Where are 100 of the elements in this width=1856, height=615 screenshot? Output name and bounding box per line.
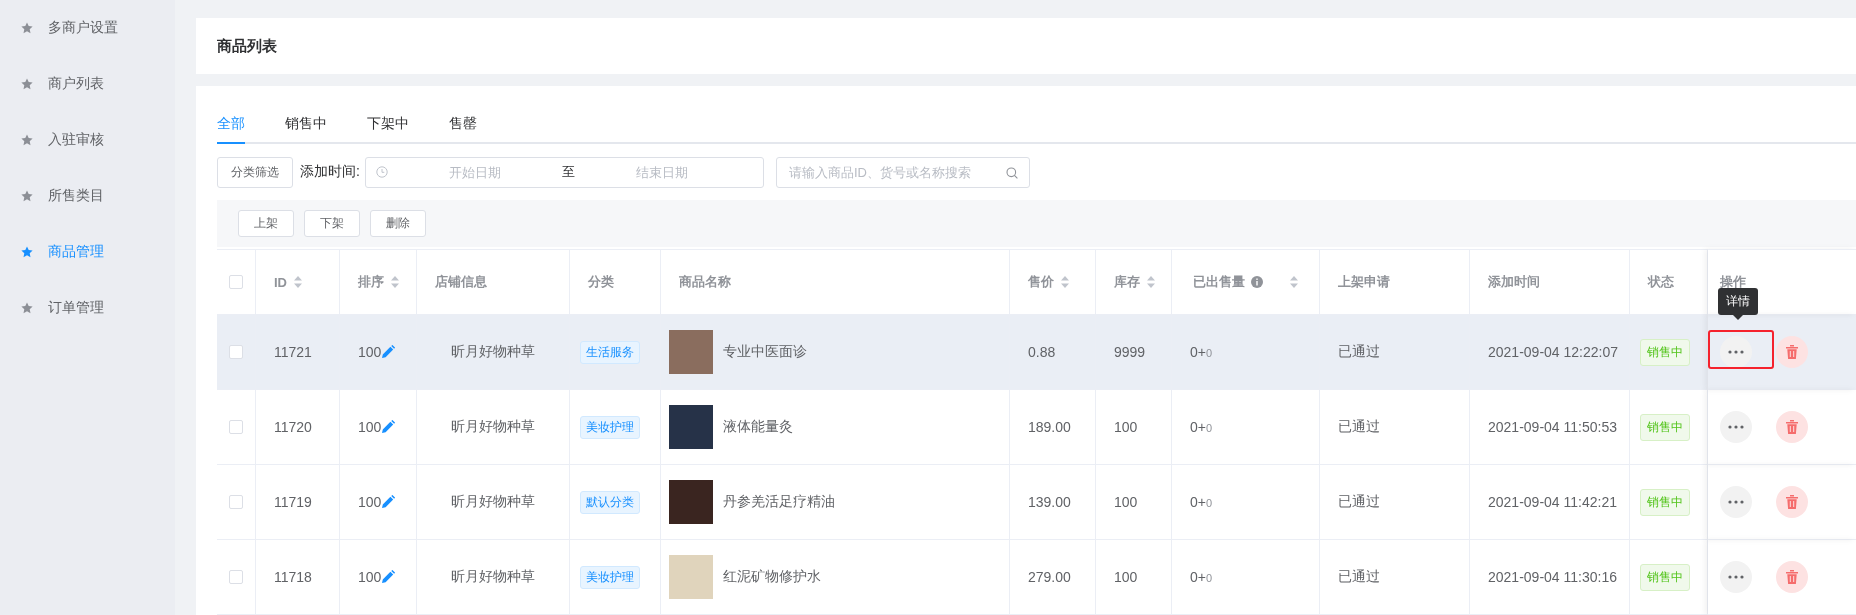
table-cell: 0+ [1190, 569, 1206, 585]
table-cell: 279.00 [1028, 569, 1071, 585]
search-field[interactable]: 请输入商品ID、货号或名称搜索 [775, 156, 1030, 188]
delete-button[interactable] [1776, 336, 1808, 368]
category-tag: 美妆护理 [580, 415, 640, 439]
sidebar-item[interactable]: 商品管理 [0, 224, 175, 280]
sidebar-item[interactable]: 商户列表 [0, 56, 175, 112]
column-header[interactable]: ID [274, 274, 303, 290]
tab[interactable]: 销售中 [285, 106, 327, 144]
sort-icon [1060, 275, 1070, 289]
trash-icon [1786, 420, 1798, 434]
select-all-checkbox[interactable] [229, 275, 243, 289]
row-checkbox[interactable] [229, 345, 243, 359]
column-header: 店铺信息 [435, 273, 487, 291]
pencil-icon[interactable] [381, 495, 396, 509]
row-checkbox[interactable] [229, 495, 243, 509]
column-header: 状态 [1648, 273, 1674, 291]
table-cell: 100 [358, 419, 382, 435]
table-cell: 9999 [1114, 344, 1146, 360]
table-cell: 专业中医面诊 [723, 343, 807, 361]
photo-placeholder [669, 480, 713, 524]
more-icon [1728, 500, 1744, 504]
sidebar-item[interactable]: 入驻审核 [0, 112, 175, 168]
star-icon [21, 134, 33, 146]
photo-placeholder [669, 555, 713, 599]
table-cell: 已通过 [1338, 493, 1380, 511]
table-cell: 昕月好物种草 [451, 418, 535, 436]
table-cell: 189.00 [1028, 419, 1071, 435]
pending-count: 0 [1205, 497, 1213, 509]
table-cell: 0+ [1190, 419, 1206, 435]
more-button[interactable] [1720, 561, 1752, 593]
category-tag: 生活服务 [580, 340, 640, 364]
table-cell: 0+ [1190, 344, 1206, 360]
table-cell: 2021-09-04 11:42:21 [1488, 494, 1617, 510]
table-cell: 100 [1114, 494, 1138, 510]
bulk-action-button[interactable]: 上架 [238, 210, 294, 237]
table-cell: 液体能量灸 [723, 418, 793, 436]
delete-button[interactable] [1776, 561, 1808, 593]
table-cell: 2021-09-04 12:22:07 [1488, 344, 1618, 360]
more-button[interactable] [1720, 411, 1752, 443]
date-range-picker[interactable]: 开始日期 至 结束日期 [364, 156, 764, 188]
table-cell: 已通过 [1338, 418, 1380, 436]
date-label: 添加时间: [300, 163, 360, 181]
bulk-action-button[interactable]: 下架 [304, 210, 360, 237]
trash-icon [1786, 570, 1798, 584]
sort-icon [390, 275, 400, 289]
column-header[interactable]: 售价 [1028, 273, 1070, 291]
sidebar-item[interactable]: 订单管理 [0, 280, 175, 336]
end-date-field[interactable]: 结束日期 [594, 163, 729, 181]
table-cell: 已通过 [1338, 343, 1380, 361]
trash-icon [1786, 495, 1798, 509]
tab[interactable]: 售罄 [449, 106, 477, 144]
table-cell: 丹参羌活足疗精油 [723, 493, 835, 511]
more-icon [1728, 425, 1744, 429]
star-icon [21, 22, 33, 34]
delete-button[interactable] [1776, 411, 1808, 443]
status-tag: 销售中 [1640, 338, 1690, 366]
column-header: 分类 [588, 273, 614, 291]
pending-count: 0 [1205, 422, 1213, 434]
column-header[interactable]: 已出售量 [1192, 273, 1299, 291]
table-cell: 昕月好物种草 [451, 568, 535, 586]
sidebar-item[interactable]: 多商户设置 [0, 0, 175, 56]
column-header[interactable]: 排序 [358, 273, 400, 291]
sidebar-item[interactable]: 所售类目 [0, 168, 175, 224]
pending-count: 0 [1205, 347, 1213, 359]
more-icon [1728, 350, 1744, 354]
bulk-action-button[interactable]: 删除 [370, 210, 426, 237]
row-checkbox[interactable] [229, 420, 243, 434]
table-cell: 100 [358, 344, 382, 360]
table-cell: 昕月好物种草 [451, 493, 535, 511]
star-icon [21, 246, 33, 258]
table-cell: 100 [358, 494, 382, 510]
tab[interactable]: 下架中 [367, 106, 409, 144]
search-icon[interactable] [1005, 166, 1018, 179]
tab[interactable]: 全部 [217, 106, 245, 144]
pencil-icon[interactable] [381, 345, 396, 359]
clock-icon [375, 166, 388, 178]
column-header[interactable]: 库存 [1114, 273, 1156, 291]
status-tag: 销售中 [1640, 563, 1690, 591]
delete-button[interactable] [1776, 486, 1808, 518]
table-cell: 100 [1114, 419, 1138, 435]
pencil-icon[interactable] [381, 420, 396, 434]
pencil-icon[interactable] [381, 570, 396, 584]
table-cell: 11718 [274, 569, 312, 585]
table-cell: 0.88 [1028, 344, 1056, 360]
table-cell: 100 [358, 569, 382, 585]
table-cell: 11721 [274, 344, 312, 360]
column-header: 操作 [1720, 273, 1746, 291]
range-separator: 至 [561, 163, 575, 181]
category-tag: 美妆护理 [580, 565, 640, 589]
highlight-box [1708, 330, 1774, 369]
column-header: 添加时间 [1488, 273, 1540, 291]
sort-icon [1146, 275, 1156, 289]
status-tag: 销售中 [1640, 413, 1690, 441]
category-filter-button[interactable]: 分类筛选 [217, 156, 293, 188]
more-button[interactable] [1720, 336, 1752, 368]
more-button[interactable] [1720, 486, 1752, 518]
row-checkbox[interactable] [229, 570, 243, 584]
sort-icon [1288, 275, 1299, 289]
start-date-field[interactable]: 开始日期 [407, 163, 542, 181]
